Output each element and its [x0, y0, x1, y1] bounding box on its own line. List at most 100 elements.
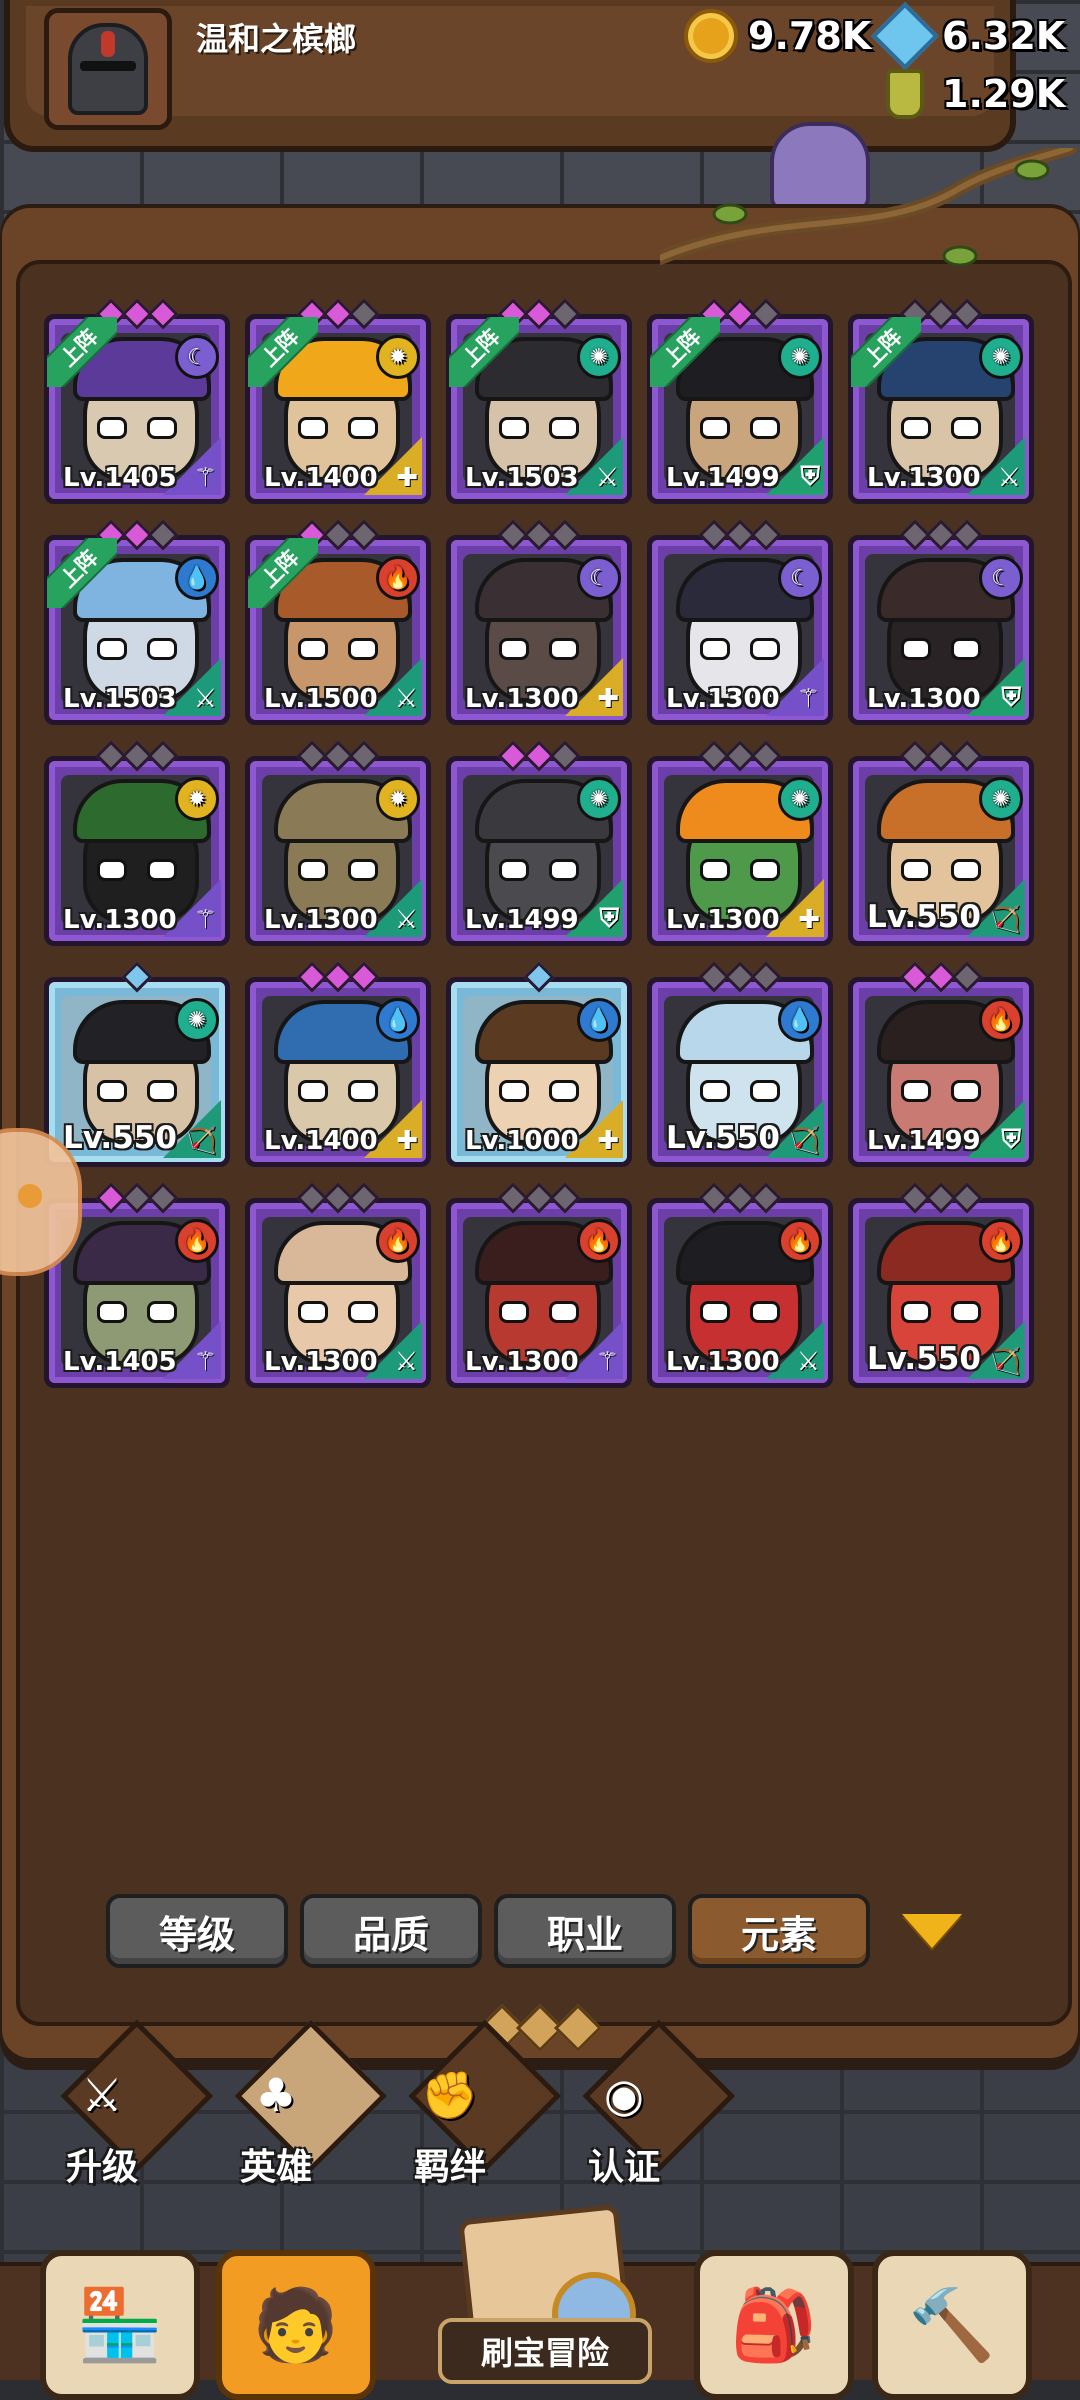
wind-element-icon: ✺ [175, 998, 219, 1042]
star-icon [147, 298, 179, 330]
hero-eyes [901, 417, 981, 439]
sort-by-quality-button[interactable]: 品质 [300, 1894, 482, 1968]
hero-icon: ♣ [255, 2068, 297, 2122]
hero-card[interactable]: ☾ ⚚ Lv.1300 [647, 519, 833, 725]
wind-element-icon: ✺ [577, 777, 621, 821]
player-avatar[interactable] [44, 8, 172, 130]
moon-element-icon: ☾ [979, 556, 1023, 600]
gold-counter[interactable]: 9.78K [684, 8, 871, 64]
sort-by-element-button[interactable]: 元素 [688, 1894, 870, 1968]
deployed-label: 上阵 [851, 317, 921, 387]
fist-icon: ✊ [421, 2068, 479, 2122]
hero-level: Lv.1499 [666, 463, 780, 493]
sword-icon: ⚔ [81, 2068, 123, 2122]
hero-card[interactable]: 上阵 ☾ ⚚ Lv.1405 [44, 298, 230, 504]
tank-class-icon: ⛨ [800, 462, 820, 492]
hero-card[interactable]: 上阵 ✺ ⚔ Lv.1300 [848, 298, 1034, 504]
tab-bonds[interactable]: ✊ 羁绊 [380, 2019, 562, 2212]
hero-card[interactable]: ✺ ✚ Lv.1300 [647, 740, 833, 946]
hero-card[interactable]: ✹ ⚔ Lv.1300 [245, 740, 431, 946]
deployed-label: 上阵 [650, 317, 720, 387]
hero-eyes [499, 417, 579, 439]
shop-button[interactable]: 🏪 [40, 2250, 200, 2400]
hero-level: Lv.1499 [465, 905, 579, 935]
treasure-adventure-button[interactable]: 刷宝冒险 [394, 2203, 684, 2384]
hero-card[interactable]: 上阵 🔥 ⚔ Lv.1500 [245, 519, 431, 725]
mage-class-icon: ⚚ [193, 1347, 217, 1377]
wind-element-icon: ✺ [979, 335, 1023, 379]
hero-eyes [298, 1080, 378, 1102]
hero-level: Lv.1300 [63, 905, 177, 935]
hero-stars [899, 519, 983, 551]
sort-by-class-button[interactable]: 职业 [494, 1894, 676, 1968]
star-icon [523, 961, 555, 993]
hero-card[interactable]: 💧 ✚ Lv.1400 [245, 961, 431, 1167]
star-icon [549, 519, 581, 551]
hero-card[interactable]: 上阵 💧 ⚔ Lv.1503 [44, 519, 230, 725]
hero-level: Lv.1300 [465, 1347, 579, 1377]
hero-card[interactable]: 🔥 ⚔ Lv.1300 [245, 1182, 431, 1388]
sort-direction-arrow-icon[interactable] [902, 1914, 962, 1948]
star-icon [750, 740, 782, 772]
warrior-class-icon: ⚔ [796, 1347, 820, 1377]
mage-class-icon: ⚚ [796, 684, 820, 714]
star-icon [951, 740, 983, 772]
hero-card[interactable]: ✹ ⚚ Lv.1300 [44, 740, 230, 946]
hero-card[interactable]: 💧 ✚ Lv.1000 [446, 961, 632, 1167]
deployed-ribbon: 上阵 [449, 317, 519, 387]
hero-card[interactable]: 🔥 ⚚ Lv.1300 [446, 1182, 632, 1388]
hero-card[interactable]: 上阵 ✺ ⛨ Lv.1499 [647, 298, 833, 504]
priest-class-icon: ✚ [798, 905, 820, 935]
tab-certify[interactable]: ◉ 认证 [554, 2019, 736, 2212]
gold-coin-icon [684, 9, 738, 63]
vine-decoration [660, 148, 1077, 267]
heroes-nav-button[interactable]: 🧑 [216, 2250, 376, 2400]
treasure-adventure-label: 刷宝冒险 [438, 2318, 652, 2384]
sun-element-icon: ✹ [175, 777, 219, 821]
potion-counter[interactable]: 1.29K [878, 66, 1065, 122]
hero-level: Lv.1300 [867, 684, 981, 714]
hero-level: Lv.1300 [666, 684, 780, 714]
hero-level: Lv.1500 [264, 684, 378, 714]
player-name: 温和之槟榔 [196, 20, 357, 58]
hero-card[interactable]: 🔥 ⛨ Lv.1499 [848, 961, 1034, 1167]
star-icon [549, 1182, 581, 1214]
tab-certify-label: 认证 [587, 2147, 660, 2188]
hero-card[interactable]: 🔥 ⚔ Lv.1300 [647, 1182, 833, 1388]
moon-element-icon: ☾ [778, 556, 822, 600]
star-icon [147, 1182, 179, 1214]
star-icon [951, 1182, 983, 1214]
hero-card[interactable]: 💧 🏹 Lv.550 [647, 961, 833, 1167]
hero-grid: 上阵 ☾ ⚚ Lv.1405 上阵 ✹ ✚ Lv.1400 上阵 ✺ ⚔ Lv.1503 上阵 ✺ ⛨ Lv.… [44, 298, 1044, 1388]
hero-card[interactable]: 🔥 🏹 Lv.550 [848, 1182, 1034, 1388]
hero-card[interactable]: 上阵 ✺ ⚔ Lv.1503 [446, 298, 632, 504]
star-icon [750, 298, 782, 330]
forge-button[interactable]: 🔨 [872, 2250, 1032, 2400]
tank-class-icon: ⛨ [1001, 683, 1021, 713]
hero-stars [899, 740, 983, 772]
hero-card[interactable]: ✺ 🏹 Lv.550 [44, 961, 230, 1167]
hero-level: Lv.1300 [465, 684, 579, 714]
star-icon [348, 1182, 380, 1214]
tab-heroes[interactable]: ♣ 英雄 [206, 2019, 388, 2212]
gold-amount: 9.78K [748, 14, 872, 58]
hero-card[interactable]: ☾ ⛨ Lv.1300 [848, 519, 1034, 725]
tab-upgrade-label: 升级 [65, 2147, 138, 2188]
hero-card[interactable]: ✺ ⛨ Lv.1499 [446, 740, 632, 946]
hero-card[interactable]: ✺ 🏹 Lv.550 [848, 740, 1034, 946]
star-icon [951, 519, 983, 551]
inventory-button[interactable]: 🎒 [694, 2250, 854, 2400]
hero-eyes [97, 1301, 177, 1323]
deployed-ribbon: 上阵 [248, 317, 318, 387]
fire-element-icon: 🔥 [979, 998, 1023, 1042]
warrior-class-icon: ⚔ [997, 463, 1021, 493]
hero-level: Lv.1499 [867, 1126, 981, 1156]
gem-counter[interactable]: 6.32K [871, 2, 1065, 70]
hero-level: Lv.1300 [264, 1347, 378, 1377]
sort-by-level-button[interactable]: 等级 [106, 1894, 288, 1968]
hero-level: Lv.1405 [63, 463, 177, 493]
deployed-ribbon: 上阵 [851, 317, 921, 387]
hero-card[interactable]: ☾ ✚ Lv.1300 [446, 519, 632, 725]
hero-card[interactable]: 上阵 ✹ ✚ Lv.1400 [245, 298, 431, 504]
tab-upgrade[interactable]: ⚔ 升级 [32, 2019, 214, 2212]
